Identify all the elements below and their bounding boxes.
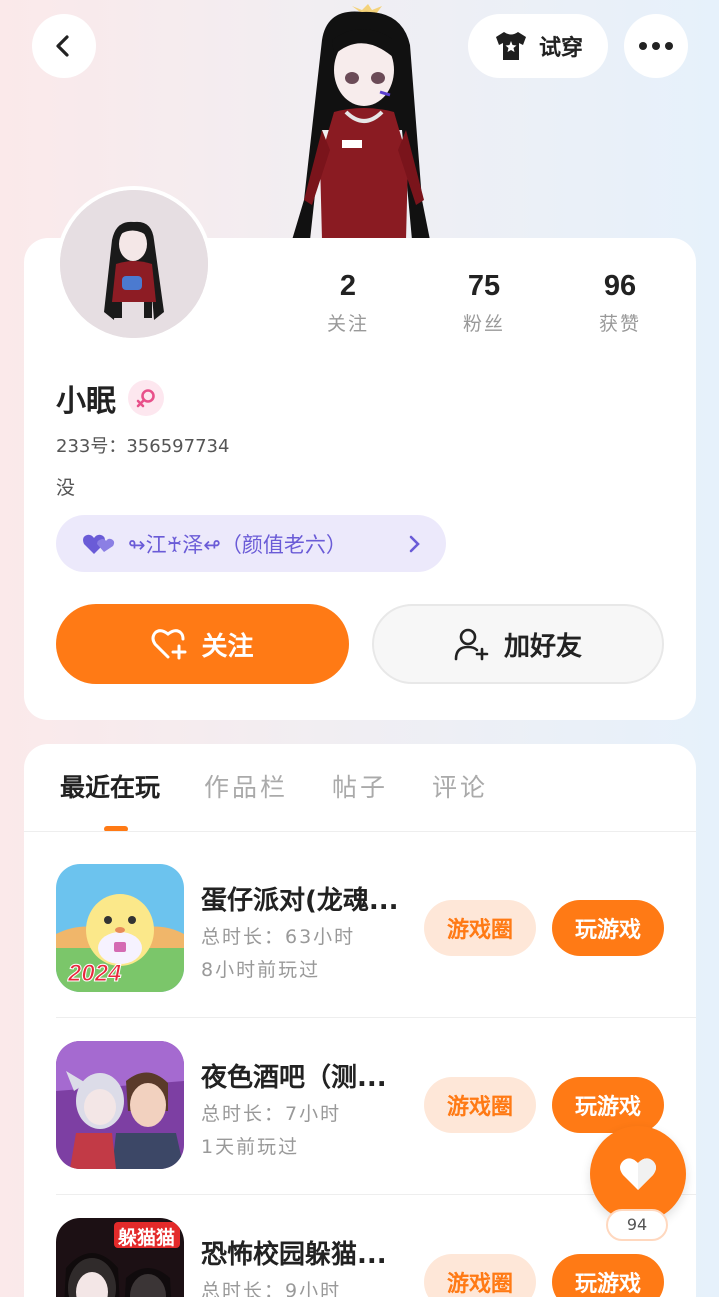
heart-plus-icon [151, 629, 187, 660]
chevron-right-icon [409, 535, 420, 552]
row-divider [56, 1017, 696, 1018]
relation-badge[interactable]: ↬江♰泽↫（颜值老六） [56, 515, 446, 572]
game-icon-eggy-party[interactable]: 2024 [56, 864, 184, 992]
tab-works[interactable]: 作品栏 [204, 768, 288, 804]
name-row: 小眠 [56, 376, 164, 420]
stat-likes[interactable]: 96 获赞 [560, 270, 680, 336]
game-total-time: 总时长：7小时 [201, 1103, 342, 1125]
avatar[interactable] [56, 186, 212, 342]
game-circle-button[interactable]: 游戏圈 [424, 900, 536, 956]
tab-recent-play[interactable]: 最近在玩 [60, 768, 160, 804]
avatar-figure [292, 4, 430, 240]
tab-comments[interactable]: 评论 [432, 768, 488, 804]
stat-following[interactable]: 2 关注 [288, 270, 408, 336]
game-title: 夜色酒吧（测... [201, 1063, 387, 1093]
stat-fans[interactable]: 75 粉丝 [424, 270, 544, 336]
fans-count: 75 [467, 270, 501, 302]
tab-posts[interactable]: 帖子 [332, 768, 388, 804]
more-button[interactable] [624, 14, 688, 78]
game-total-time: 总时长：63小时 [201, 926, 356, 948]
game-row[interactable]: 躲猫猫 恐怖校园躲猫... 总时长：9小时 游戏圈 玩游戏 [56, 1218, 696, 1297]
like-count-badge: 94 [606, 1209, 668, 1241]
following-label: 关注 [326, 313, 369, 335]
likes-label: 获赞 [598, 313, 641, 335]
heart-icon [620, 1158, 656, 1190]
chevron-left-icon [56, 35, 69, 57]
play-game-button[interactable]: 玩游戏 [552, 1254, 664, 1297]
add-friend-button[interactable]: 加好友 [372, 604, 664, 684]
follow-label: 关注 [201, 631, 254, 662]
play-game-button[interactable]: 玩游戏 [552, 900, 664, 956]
relation-text: ↬江♰泽↫（颜值老六） [128, 532, 347, 557]
back-button[interactable] [32, 14, 96, 78]
tshirt-icon [495, 32, 526, 60]
user-bio: 没 [56, 477, 76, 499]
play-game-button[interactable]: 玩游戏 [552, 1077, 664, 1133]
game-last-played: 8小时前玩过 [201, 959, 321, 981]
game-icon-year: 2024 [67, 960, 122, 988]
game-row[interactable]: 2024 蛋仔派对(龙魂... 总时长：63小时 8小时前玩过 游戏圈 玩游戏 [56, 864, 696, 994]
game-icon-night-bar[interactable] [56, 1041, 184, 1169]
more-dots-icon [639, 42, 673, 50]
fans-label: 粉丝 [462, 313, 505, 335]
game-title: 蛋仔派对(龙魂... [201, 886, 399, 916]
user-id: 233号：356597734 [56, 436, 230, 457]
add-friend-label: 加好友 [503, 631, 582, 662]
follow-button[interactable]: 关注 [56, 604, 349, 684]
game-circle-button[interactable]: 游戏圈 [424, 1077, 536, 1133]
game-icon-text: 躲猫猫 [118, 1227, 176, 1249]
double-heart-icon [83, 534, 115, 554]
game-total-time: 总时长：9小时 [201, 1280, 342, 1297]
try-on-label: 试穿 [538, 36, 583, 61]
tab-divider [24, 831, 696, 832]
game-last-played: 1天前玩过 [201, 1136, 300, 1158]
following-count: 2 [339, 270, 357, 302]
game-icon-horror-school[interactable]: 躲猫猫 [56, 1218, 184, 1297]
avatar-image [60, 190, 208, 338]
game-title: 恐怖校园躲猫... [201, 1240, 387, 1270]
like-button[interactable] [590, 1126, 686, 1222]
female-icon [128, 380, 164, 416]
try-on-button[interactable]: 试穿 [468, 14, 608, 78]
user-name: 小眠 [56, 384, 116, 419]
add-user-icon [454, 628, 489, 661]
game-circle-button[interactable]: 游戏圈 [424, 1254, 536, 1297]
tab-bar: 最近在玩 作品栏 帖子 评论 [60, 768, 532, 804]
likes-count: 96 [603, 270, 637, 302]
